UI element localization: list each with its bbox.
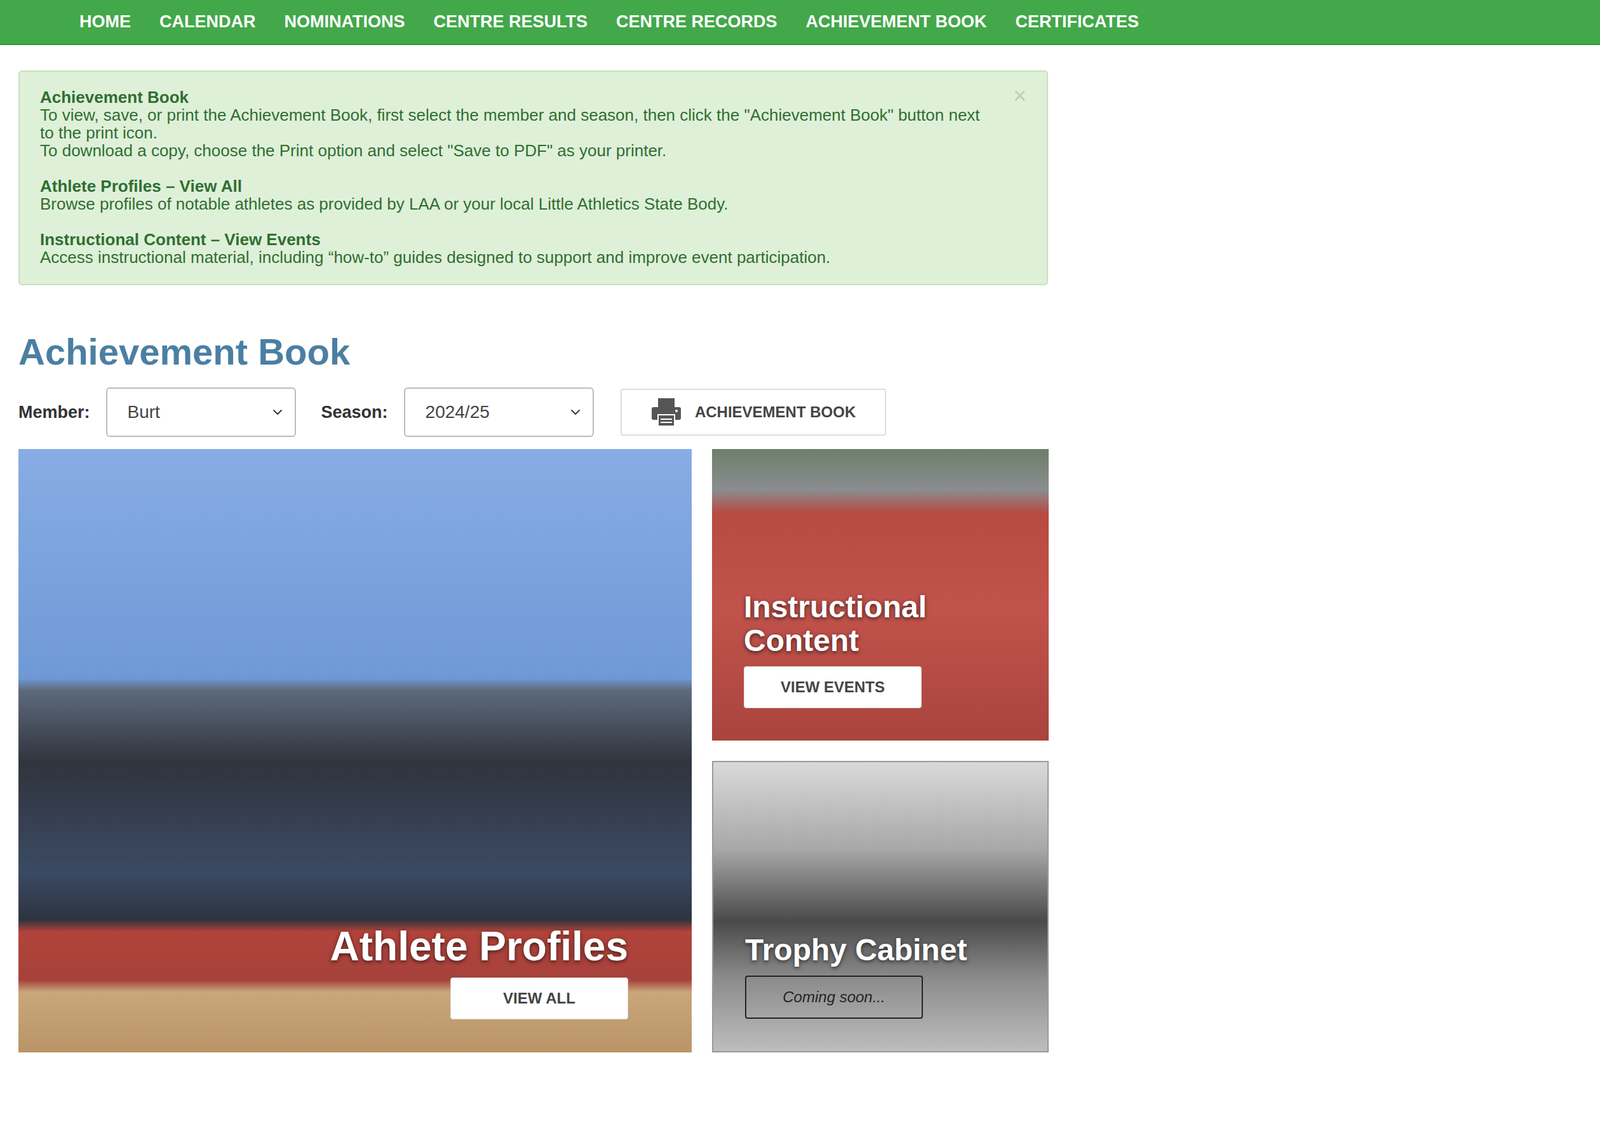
nav-link[interactable]: CALENDAR xyxy=(159,0,256,44)
alert-title: Achievement Book xyxy=(40,88,990,107)
season-label: Season: xyxy=(321,399,389,426)
feature-tile: Trophy Cabinet Coming soon... xyxy=(712,760,1049,1053)
season-select[interactable]: 2024/25 xyxy=(403,387,594,437)
tile-button[interactable]: VIEW EVENTS xyxy=(743,666,922,709)
nav-link[interactable]: HOME xyxy=(79,0,131,44)
tile-column: Instructional Content VIEW EVENTS Trophy C… xyxy=(712,449,1049,1053)
button-label: ACHIEVEMENT BOOK xyxy=(694,400,856,424)
alert-text: To download a copy, choose the Print opt… xyxy=(40,141,990,160)
print-icon xyxy=(650,396,683,428)
achievement-book-button[interactable]: ACHIEVEMENT BOOK xyxy=(620,388,887,436)
page-heading: Achievement Book xyxy=(18,329,1049,375)
controls-row: Member: Burt Season: 2024/25 ACHIEVEMENT BOO… xyxy=(18,387,1049,437)
tile-button: Coming soon... xyxy=(745,975,923,1019)
member-select[interactable]: Burt xyxy=(106,387,296,437)
nav-link[interactable]: NOMINATIONS xyxy=(284,0,406,44)
tile-title: Instructional Content xyxy=(743,590,998,658)
nav-link[interactable]: CENTRE RECORDS xyxy=(616,0,778,44)
tile-title: Athlete Profiles xyxy=(330,924,629,969)
tile-title: Trophy Cabinet xyxy=(745,933,967,967)
nav-link[interactable]: ACHIEVEMENT BOOK xyxy=(806,0,988,44)
nav-link[interactable]: CENTRE RESULTS xyxy=(433,0,589,44)
member-group: Member: Burt xyxy=(18,387,296,437)
tile-grid: Athlete Profiles VIEW ALL Instructional Co… xyxy=(18,449,1049,1053)
tile-button[interactable]: VIEW ALL xyxy=(450,977,629,1020)
close-button[interactable]: × xyxy=(1009,84,1031,108)
member-label: Member: xyxy=(18,399,91,426)
alert-text: Access instructional material, including… xyxy=(40,248,990,267)
alert-section: Achievement BookTo view, save, or print … xyxy=(40,88,990,160)
nav-link[interactable]: CERTIFICATES xyxy=(1015,0,1140,44)
alert-text: Browse profiles of notable athletes as p… xyxy=(40,194,990,213)
season-group: Season: 2024/25 xyxy=(321,387,594,437)
alert-section: Athlete Profiles – View AllBrowse profil… xyxy=(40,177,990,213)
alert-title: Athlete Profiles – View All xyxy=(40,177,990,195)
alert-section: Instructional Content – View EventsAcces… xyxy=(40,230,990,267)
top-navbar: HOME CALENDAR NOMINATIONS CENTRE RESULTS CEN… xyxy=(0,0,1600,46)
feature-tile: Athlete Profiles VIEW ALL xyxy=(18,449,692,1053)
alert-text: To view, save, or print the Achievement … xyxy=(40,106,990,142)
alert-title: Instructional Content – View Events xyxy=(40,230,990,249)
page-content: ×Achievement BookTo view, save, or print… xyxy=(0,70,1049,1054)
info-alert: × Achievement BookTo view, save, or print… xyxy=(18,70,1049,286)
feature-tile: Instructional Content VIEW EVENTS xyxy=(712,449,1049,741)
